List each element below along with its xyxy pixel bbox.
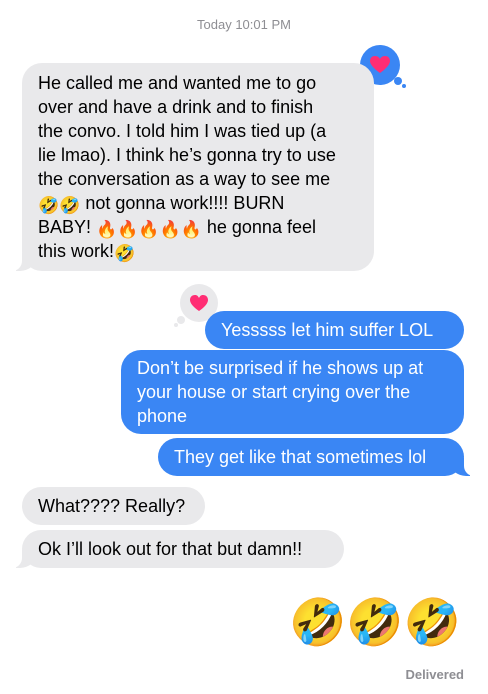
delivered-status: Delivered [405,667,464,682]
message-line: your house or start crying over the [137,382,411,402]
outgoing-message-bubble[interactable]: Yesssss let him suffer LOL [205,311,464,349]
incoming-message-bubble[interactable]: Ok I’ll look out for that but damn!! [12,530,344,568]
big-emoji-message[interactable]: 🤣🤣🤣 [289,592,461,652]
message-text: Yesssss let him suffer LOL [221,320,434,340]
message-line: Don’t be surprised if he shows up at [137,358,424,378]
message-line: lie lmao). I think he’s gonna try to use [38,145,336,165]
incoming-message-bubble[interactable]: What???? Really? [22,487,205,525]
rofl-emoji: 🤣 [114,244,136,263]
message-line: the convo. I told him I was tied up (a [38,121,327,141]
message-line: the conversation as a way to see me [38,169,331,189]
message-line: phone [137,406,188,426]
incoming-message-bubble[interactable]: He called me and wanted me to go over an… [12,63,374,271]
message-line: this work!🤣 [38,241,136,263]
message-line: BABY! 🔥🔥🔥🔥🔥 he gonna feel [38,217,316,239]
message-text: They get like that sometimes lol [174,447,427,467]
message-line: 🤣🤣 not gonna work!!!! BURN [38,193,285,215]
rofl-emoji: 🤣🤣 [38,196,81,215]
fire-emoji: 🔥🔥🔥🔥🔥 [96,220,202,239]
timestamp: Today 10:01 PM [197,17,291,32]
message-text: Ok I’ll look out for that but damn!! [38,539,303,559]
outgoing-message-bubble[interactable]: They get like that sometimes lol [158,438,474,476]
outgoing-message-bubble[interactable]: Don’t be surprised if he shows up at you… [121,350,464,434]
message-line: He called me and wanted me to go [38,73,317,93]
message-text: What???? Really? [38,496,186,516]
message-line: over and have a drink and to finish [38,97,314,117]
